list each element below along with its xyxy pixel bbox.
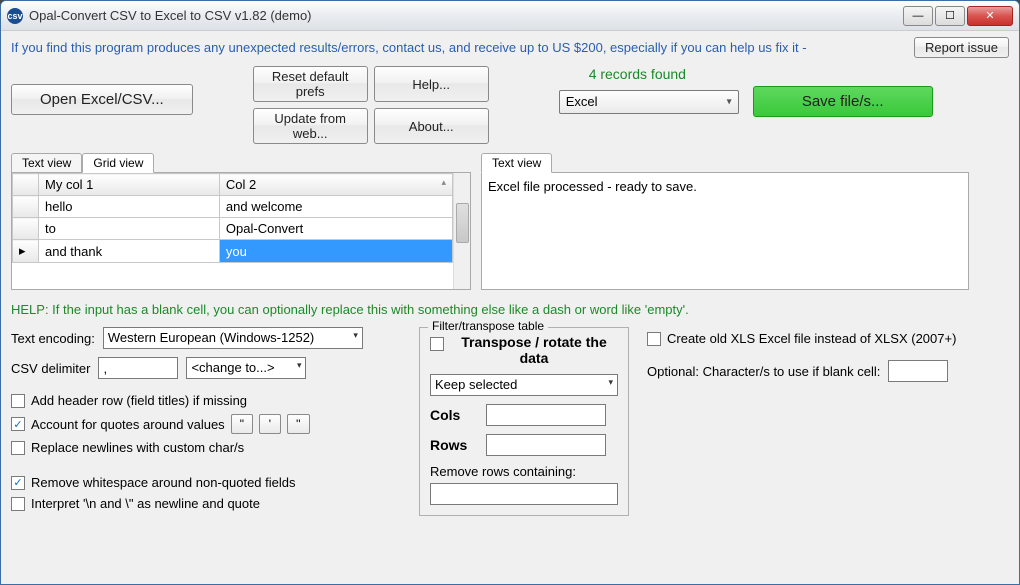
encoding-label: Text encoding: — [11, 331, 95, 346]
report-issue-button[interactable]: Report issue — [914, 37, 1009, 58]
titlebar: csv Opal-Convert CSV to Excel to CSV v1.… — [1, 1, 1019, 31]
app-window: csv Opal-Convert CSV to Excel to CSV v1.… — [0, 0, 1020, 585]
about-button[interactable]: About... — [374, 108, 489, 144]
rows-label: Rows — [430, 437, 478, 453]
interpret-escape-label: Interpret '\n and \" as newline and quot… — [31, 496, 260, 511]
remove-whitespace-label: Remove whitespace around non-quoted fiel… — [31, 475, 296, 490]
quote-double-button[interactable]: " — [231, 414, 253, 434]
interpret-escape-checkbox[interactable] — [11, 497, 25, 511]
grid-header-col2[interactable]: Col 2 — [219, 174, 452, 196]
remove-rows-label: Remove rows containing: — [430, 464, 618, 479]
add-header-label: Add header row (field titles) if missing — [31, 393, 247, 408]
reset-prefs-button[interactable]: Reset default prefs — [253, 66, 368, 102]
vertical-scrollbar[interactable] — [453, 173, 470, 289]
keep-selected-select[interactable]: Keep selected — [430, 374, 618, 396]
remove-rows-input[interactable] — [430, 483, 618, 505]
account-quotes-label: Account for quotes around values — [31, 417, 225, 432]
right-options-column: Create old XLS Excel file instead of XLS… — [647, 327, 1009, 516]
input-panel: Text view Grid view My col 1 Col 2 hello — [11, 152, 471, 290]
help-button[interactable]: Help... — [374, 66, 489, 102]
encoding-select[interactable]: Western European (Windows-1252) — [103, 327, 363, 349]
save-file-button[interactable]: Save file/s... — [753, 86, 933, 117]
tab-grid-view[interactable]: Grid view — [82, 153, 154, 173]
create-old-xls-checkbox[interactable] — [647, 332, 661, 346]
tab-output-text-view[interactable]: Text view — [481, 153, 552, 173]
table-row[interactable]: ▸ and thank you — [13, 240, 453, 263]
window-controls: — ☐ ✕ — [903, 6, 1013, 26]
output-text-area[interactable]: Excel file processed - ready to save. — [481, 172, 969, 290]
remove-whitespace-checkbox[interactable]: ✓ — [11, 476, 25, 490]
grid-cell[interactable]: and thank — [39, 240, 220, 263]
info-banner: If you find this program produces any un… — [11, 37, 1009, 58]
transpose-label: Transpose / rotate the data — [450, 334, 618, 366]
output-format-select[interactable]: Excel — [559, 90, 739, 114]
grid-cell[interactable]: to — [39, 218, 220, 240]
grid-cell[interactable]: hello — [39, 196, 220, 218]
output-panel: Text view Excel file processed - ready t… — [481, 152, 969, 290]
left-options-column: Text encoding: Western European (Windows… — [11, 327, 401, 516]
app-icon: csv — [7, 8, 23, 24]
cols-label: Cols — [430, 407, 478, 423]
grid-cell[interactable]: Opal-Convert — [219, 218, 452, 240]
close-button[interactable]: ✕ — [967, 6, 1013, 26]
filter-fieldset: Filter/transpose table Transpose / rotat… — [419, 327, 629, 516]
blank-cell-label: Optional: Character/s to use if blank ce… — [647, 364, 880, 379]
minimize-button[interactable]: — — [903, 6, 933, 26]
grid-cell-selected[interactable]: you — [219, 240, 452, 263]
quote-double2-button[interactable]: '' — [287, 414, 310, 434]
replace-newlines-label: Replace newlines with custom char/s — [31, 440, 244, 455]
cols-input[interactable] — [486, 404, 606, 426]
main-panels: Text view Grid view My col 1 Col 2 hello — [11, 152, 1009, 290]
records-found-label: 4 records found — [589, 66, 933, 82]
blank-cell-input[interactable] — [888, 360, 948, 382]
table-row[interactable]: hello and welcome — [13, 196, 453, 218]
content-area: If you find this program produces any un… — [1, 31, 1019, 584]
delimiter-input[interactable] — [98, 357, 178, 379]
quote-single-button[interactable]: ' — [259, 414, 281, 434]
filter-column: Filter/transpose table Transpose / rotat… — [419, 327, 629, 516]
filter-legend: Filter/transpose table — [428, 319, 548, 333]
toolbar-middle-buttons: Reset default prefs Help... Update from … — [253, 66, 489, 144]
change-to-select[interactable]: <change to...> — [186, 357, 306, 379]
grid-view-body[interactable]: My col 1 Col 2 hello and welcome to Opal… — [11, 172, 471, 290]
create-old-xls-label: Create old XLS Excel file instead of XLS… — [667, 331, 956, 346]
table-row[interactable]: to Opal-Convert — [13, 218, 453, 240]
tab-text-view[interactable]: Text view — [11, 153, 82, 173]
grid-header-row: My col 1 Col 2 — [13, 174, 453, 196]
toolbar: Open Excel/CSV... Reset default prefs He… — [11, 66, 1009, 144]
delimiter-label: CSV delimiter — [11, 361, 90, 376]
add-header-checkbox[interactable] — [11, 394, 25, 408]
banner-message: If you find this program produces any un… — [11, 40, 914, 55]
help-text: HELP: If the input has a blank cell, you… — [11, 302, 1009, 317]
grid-corner[interactable] — [13, 174, 39, 196]
transpose-checkbox[interactable] — [430, 337, 444, 351]
window-title: Opal-Convert CSV to Excel to CSV v1.82 (… — [29, 8, 903, 23]
update-web-button[interactable]: Update from web... — [253, 108, 368, 144]
row-selector[interactable] — [13, 196, 39, 218]
grid-cell[interactable]: and welcome — [219, 196, 452, 218]
row-selector[interactable] — [13, 218, 39, 240]
account-quotes-checkbox[interactable]: ✓ — [11, 417, 25, 431]
open-file-button[interactable]: Open Excel/CSV... — [11, 84, 193, 115]
data-grid[interactable]: My col 1 Col 2 hello and welcome to Opal… — [12, 173, 453, 263]
row-selector-active[interactable]: ▸ — [13, 240, 39, 263]
grid-header-col1[interactable]: My col 1 — [39, 174, 220, 196]
maximize-button[interactable]: ☐ — [935, 6, 965, 26]
options-area: Text encoding: Western European (Windows… — [11, 327, 1009, 516]
rows-input[interactable] — [486, 434, 606, 456]
replace-newlines-checkbox[interactable] — [11, 441, 25, 455]
